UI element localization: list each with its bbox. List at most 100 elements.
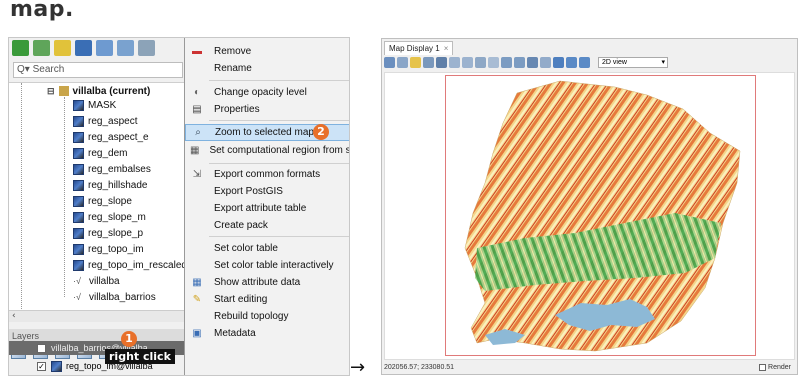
catalog-tree: ⊟ villalba (current) MASK reg_aspect reg… xyxy=(9,82,185,311)
raster-map-icon xyxy=(73,259,84,271)
raster-map-icon xyxy=(73,227,84,239)
horizontal-scrollbar[interactable]: ‹ xyxy=(9,310,185,322)
layer-visibility-checkbox[interactable]: ✓ xyxy=(37,361,46,371)
zoom-out-icon[interactable] xyxy=(462,57,473,68)
raster-map-icon xyxy=(73,211,84,223)
menu-item-set-region[interactable]: ▦ Set computational region from se xyxy=(185,142,349,159)
zoom-in-icon[interactable] xyxy=(449,57,460,68)
zoom-back-icon[interactable] xyxy=(488,57,499,68)
reload-icon[interactable] xyxy=(12,40,29,56)
raster-map-image xyxy=(464,80,741,352)
scroll-left-icon[interactable]: ‹ xyxy=(12,311,16,321)
catalog-toolbar xyxy=(9,38,184,60)
query-icon[interactable] xyxy=(423,57,434,68)
tree-item[interactable]: ·√ villalba_barrios xyxy=(73,289,156,305)
tree-item[interactable]: ·√ villalba xyxy=(73,273,120,289)
layer-context-menu: ▬ Remove Rename ◐ Change opacity level ▤ Pr… xyxy=(184,38,349,375)
tree-item[interactable]: reg_embalses xyxy=(73,161,151,177)
tree-item[interactable]: MASK xyxy=(73,97,116,113)
add-web-icon[interactable] xyxy=(117,40,134,56)
opacity-icon: ◐ xyxy=(193,86,201,98)
save-image-icon[interactable] xyxy=(553,57,564,68)
tree-item[interactable]: reg_aspect xyxy=(73,113,137,129)
analyze-icon[interactable] xyxy=(527,57,538,68)
layer-visibility-checkbox[interactable] xyxy=(37,343,46,353)
tree-item[interactable]: reg_hillshade xyxy=(73,177,148,193)
raster-map-icon xyxy=(73,99,84,111)
print-icon[interactable] xyxy=(566,57,577,68)
tree-item[interactable]: reg_topo_im xyxy=(73,241,144,257)
properties-icon: ▤ xyxy=(192,103,202,115)
pan-icon[interactable] xyxy=(436,57,447,68)
edit-icon[interactable] xyxy=(54,40,71,56)
search-input[interactable]: Q▾ Search xyxy=(13,62,183,78)
vector-map-icon: ·√ xyxy=(73,275,81,286)
menu-item-metadata[interactable]: ▣ Metadata xyxy=(185,325,349,342)
menu-item-change-opacity[interactable]: ◐ Change opacity level xyxy=(185,84,349,101)
tree-item[interactable]: reg_aspect_e xyxy=(73,129,149,145)
tree-item[interactable]: reg_dem xyxy=(73,145,127,161)
tree-item[interactable]: reg_slope_m xyxy=(73,209,146,225)
map-canvas[interactable] xyxy=(384,72,795,360)
export-display-icon[interactable] xyxy=(579,57,590,68)
pencil-icon: ✎ xyxy=(192,293,202,305)
menu-item-start-editing[interactable]: ✎ Start editing xyxy=(185,291,349,308)
decoration-icon[interactable] xyxy=(540,57,551,68)
vector-map-icon: ·√ xyxy=(73,291,81,302)
view-mode-select[interactable]: 2D view ▾ xyxy=(598,57,668,68)
render-checkbox[interactable] xyxy=(759,364,767,371)
right-arrow-icon: → xyxy=(350,357,366,378)
right-click-label: right click xyxy=(105,349,175,364)
zoom-extent-icon[interactable] xyxy=(475,57,486,68)
zoom-icon: ⌕ xyxy=(195,126,201,138)
render-map-icon[interactable] xyxy=(397,57,408,68)
coordinates-readout: 202056.57; 233080.51 xyxy=(384,364,455,371)
map-toolbar: 2D view ▾ xyxy=(384,55,668,70)
menu-item-properties[interactable]: ▤ Properties xyxy=(185,101,349,118)
add-vector-icon[interactable] xyxy=(96,40,113,56)
raster-map-icon xyxy=(73,195,84,207)
status-bar: 202056.57; 233080.51 Render xyxy=(384,362,795,373)
tree-item[interactable]: reg_slope xyxy=(73,193,132,209)
tab-map-display-1[interactable]: Map Display 1 × xyxy=(384,41,454,55)
zoom-region-icon[interactable] xyxy=(514,57,525,68)
menu-item-set-color-table-interactive[interactable]: Set color table interactively xyxy=(185,257,349,274)
metadata-icon: ▣ xyxy=(192,327,202,339)
raster-map-icon xyxy=(73,115,84,127)
raster-layer-icon xyxy=(51,360,62,372)
display-map-icon[interactable] xyxy=(384,57,395,68)
folder-icon xyxy=(58,86,69,96)
page-heading: map. xyxy=(10,0,74,22)
more-icon[interactable] xyxy=(138,40,155,56)
step-badge-2: 2 xyxy=(313,124,329,140)
remove-icon: ▬ xyxy=(192,45,202,57)
menu-item-set-color-table[interactable]: Set color table xyxy=(185,240,349,257)
menu-item-create-pack[interactable]: Create pack xyxy=(185,217,349,234)
tree-item[interactable]: reg_topo_im_rescaled xyxy=(73,257,185,273)
menu-item-export-attribute-table[interactable]: Export attribute table xyxy=(185,200,349,217)
tree-item[interactable]: reg_slope_p xyxy=(73,225,143,241)
table-icon: ▦ xyxy=(192,276,202,288)
render-toggle[interactable]: Render xyxy=(759,362,791,373)
raster-map-icon xyxy=(73,243,84,255)
collapse-icon[interactable]: ⊟ xyxy=(47,86,55,97)
region-icon: ▦ xyxy=(190,144,200,156)
menu-item-rename[interactable]: Rename xyxy=(185,60,349,77)
menu-item-export-postgis[interactable]: Export PostGIS xyxy=(185,183,349,200)
raster-map-icon xyxy=(73,179,84,191)
export-icon: ⇲ xyxy=(192,168,202,180)
raster-map-icon xyxy=(73,131,84,143)
menu-item-rebuild-topology[interactable]: Rebuild topology xyxy=(185,308,349,325)
raster-map-icon xyxy=(73,147,84,159)
raster-map-icon xyxy=(73,163,84,175)
close-icon[interactable]: × xyxy=(444,44,449,53)
pointer-icon[interactable] xyxy=(410,57,421,68)
zoom-layer-icon[interactable] xyxy=(501,57,512,68)
menu-item-export-common[interactable]: ⇲ Export common formats xyxy=(185,166,349,183)
grass-data-panel: Q▾ Search ⊟ villalba (current) MASK reg_… xyxy=(8,37,350,376)
chevron-down-icon: ▾ xyxy=(661,59,665,66)
add-mapset-icon[interactable] xyxy=(33,40,50,56)
menu-item-remove[interactable]: ▬ Remove xyxy=(185,43,349,60)
add-raster-icon[interactable] xyxy=(75,40,92,56)
menu-item-show-attribute-data[interactable]: ▦ Show attribute data xyxy=(185,274,349,291)
